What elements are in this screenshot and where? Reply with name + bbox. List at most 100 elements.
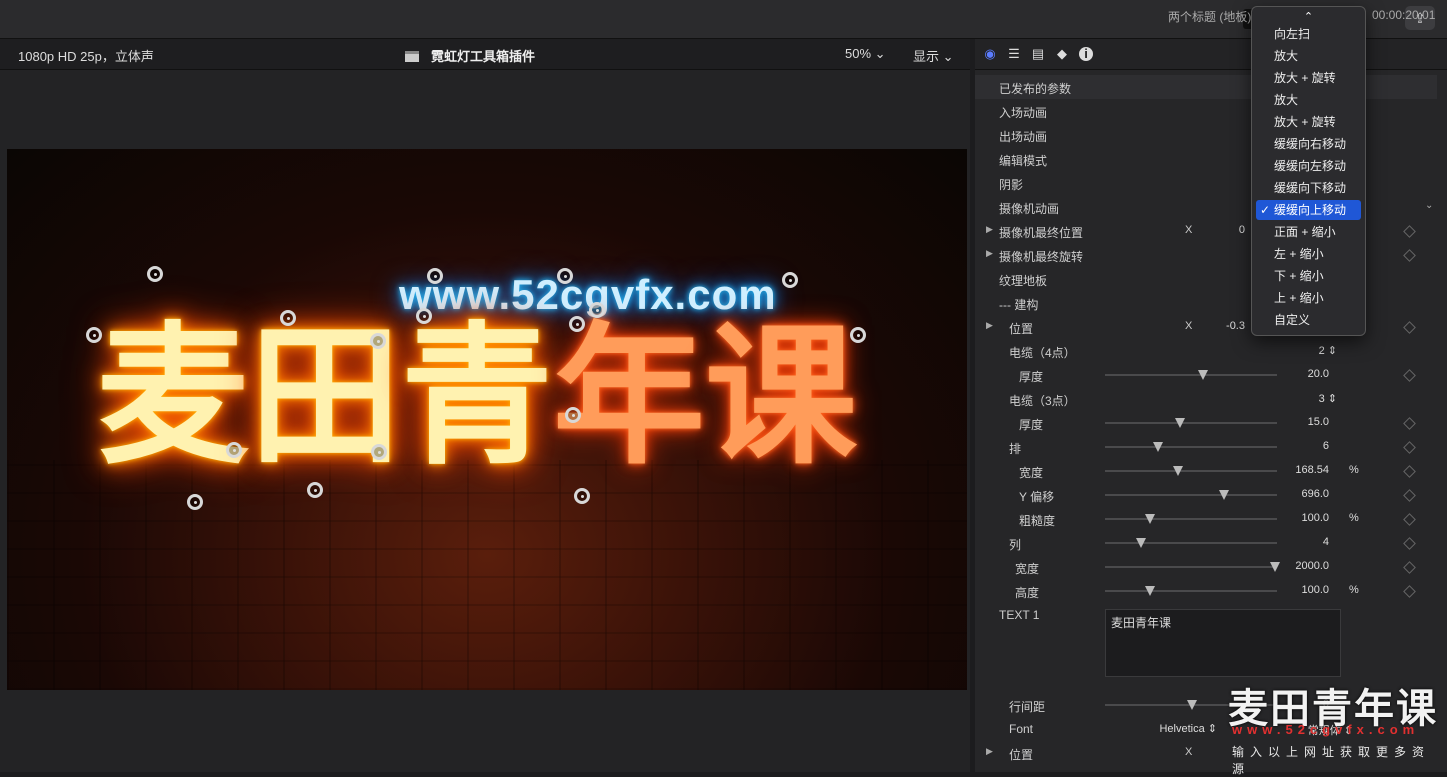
neon-char: 年 (553, 308, 705, 485)
onscreen-handle[interactable] (782, 272, 798, 288)
color-icon[interactable]: ◆ (1055, 47, 1069, 61)
cable3-stepper[interactable]: 3 ⇕ (1267, 392, 1337, 405)
height-slider[interactable] (1105, 586, 1277, 596)
onscreen-handle[interactable] (416, 308, 432, 324)
rows-slider[interactable] (1105, 442, 1277, 452)
project-title: 霓虹灯工具箱插件 (405, 46, 535, 65)
info-icon[interactable]: i (1079, 47, 1093, 61)
onscreen-handle[interactable] (371, 444, 387, 460)
columns-slider[interactable] (1105, 538, 1277, 548)
onscreen-handle[interactable] (427, 268, 443, 284)
disclosure-triangle-icon: ▶ (986, 746, 993, 756)
onscreen-handle[interactable] (187, 494, 203, 510)
brick-floor (7, 460, 967, 690)
keyframe-icon (1403, 369, 1416, 382)
camera-final-rot-row[interactable]: ▶ 摄像机最终旋转 (975, 243, 1437, 267)
height-row[interactable]: 高度 100.0 % (975, 579, 1437, 603)
build-row: --- 建构 (999, 298, 1039, 312)
watermark-url: www.52cgvfx.com (1232, 722, 1420, 737)
onscreen-handle[interactable] (589, 302, 605, 318)
onscreen-handle[interactable] (850, 327, 866, 343)
width2-row[interactable]: 宽度 2000.0 (975, 555, 1437, 579)
width1-row[interactable]: 宽度 168.54 % (975, 459, 1437, 483)
onscreen-handle[interactable] (565, 407, 581, 423)
keyframe-icon (1403, 225, 1416, 238)
camera-final-pos-row[interactable]: ▶ 摄像机最终位置 X 0 (975, 219, 1437, 243)
video-icon[interactable]: ▤ (1031, 47, 1045, 61)
shadow-row[interactable]: 阴影 (975, 171, 1437, 195)
menu-item[interactable]: 放大 + 旋转 (1256, 112, 1361, 132)
viewer-header: 1080p HD 25p，立体声 霓虹灯工具箱插件 50% ⌄ 显示 ⌄ (0, 39, 970, 70)
keyframe-icon (1403, 249, 1416, 262)
display-menu[interactable]: 显示 ⌄ (913, 46, 954, 65)
menu-item[interactable]: 放大 + 旋转 (1256, 68, 1361, 88)
font-family-select[interactable]: Helvetica ⇕ (1147, 722, 1217, 735)
keyframe-icon (1403, 417, 1416, 430)
onscreen-handle[interactable] (147, 266, 163, 282)
chevron-down-icon: ⌄ (942, 49, 954, 64)
camera-anim-popup-menu[interactable]: ⌃ 向左扫 放大 放大 + 旋转 放大 放大 + 旋转 缓缓向右移动 缓缓向左移… (1251, 6, 1366, 336)
menu-item[interactable]: 缓缓向右移动 (1256, 134, 1361, 154)
menu-item[interactable]: 正面 + 缩小 (1256, 222, 1361, 242)
chevron-down-icon[interactable]: ⌄ (1425, 200, 1433, 211)
chevron-down-icon: ⌄ (874, 46, 886, 61)
menu-item[interactable]: 上 + 缩小 (1256, 288, 1361, 308)
keyframe-icon (1403, 561, 1416, 574)
thickness1-slider[interactable] (1105, 370, 1277, 380)
roughness-row[interactable]: 粗糙度 100.0 % (975, 507, 1437, 531)
columns-row[interactable]: 列 4 (975, 531, 1437, 555)
menu-item-selected[interactable]: ✓ 缓缓向上移动 (1256, 200, 1361, 220)
menu-item[interactable]: 缓缓向下移动 (1256, 178, 1361, 198)
inspector-clip-title: 两个标题 (地板) (1168, 10, 1252, 24)
menu-item[interactable]: 自定义 (1256, 310, 1361, 330)
project-title-text: 霓虹灯工具箱插件 (431, 49, 536, 64)
inspector-header: ◉ ☰ ▤ ◆ i (975, 39, 1447, 70)
menu-item[interactable]: 左 + 缩小 (1256, 244, 1361, 264)
disclosure-triangle-icon: ▶ (986, 248, 993, 258)
zoom-menu[interactable]: 50% ⌄ (845, 46, 886, 62)
menu-item[interactable]: 放大 (1256, 46, 1361, 66)
menu-item[interactable]: 放大 (1256, 90, 1361, 110)
thickness1-row[interactable]: 厚度 20.0 (975, 363, 1437, 387)
scroll-up-chevron-icon[interactable]: ⌃ (1252, 10, 1365, 23)
onscreen-handle[interactable] (226, 442, 242, 458)
menu-item[interactable]: 向左扫 (1256, 24, 1361, 44)
onscreen-handle[interactable] (574, 488, 590, 504)
onscreen-handle[interactable] (370, 333, 386, 349)
video-canvas[interactable]: www.52cgvfx.com 麦田青年课 (7, 149, 967, 690)
width2-slider[interactable] (1105, 562, 1280, 572)
published-params-header: 已发布的参数 (975, 75, 1437, 99)
cable3-row[interactable]: 电缆（3点） 3 ⇕ (975, 387, 1437, 411)
onscreen-handle[interactable] (280, 310, 296, 326)
width1-slider[interactable] (1105, 466, 1277, 476)
keyframe-icon (1403, 585, 1416, 598)
menu-item[interactable]: 缓缓向左移动 (1256, 156, 1361, 176)
keyframe-icon (1403, 513, 1416, 526)
thickness2-slider[interactable] (1105, 418, 1277, 428)
onscreen-handle[interactable] (569, 316, 585, 332)
cable4-stepper[interactable]: 2 ⇕ (1267, 344, 1337, 357)
menu-item[interactable]: 下 + 缩小 (1256, 266, 1361, 286)
edit-mode-row[interactable]: 编辑模式 (975, 147, 1437, 171)
outro-anim-row[interactable]: 出场动画 (975, 123, 1437, 147)
neon-char: 课 (705, 308, 857, 485)
thickness2-row[interactable]: 厚度 15.0 (975, 411, 1437, 435)
texture-floor-row[interactable]: 纹理地板 (975, 267, 1437, 291)
y-offset-slider[interactable] (1105, 490, 1277, 500)
cable4-row[interactable]: 电缆（4点） 2 ⇕ (975, 339, 1437, 363)
keyframe-icon (1403, 465, 1416, 478)
position-row[interactable]: ▶ 位置 X -0.3 (975, 315, 1437, 339)
onscreen-handle[interactable] (557, 268, 573, 284)
text-icon[interactable]: ☰ (1007, 47, 1021, 61)
disclosure-triangle-icon: ▶ (986, 320, 993, 330)
roughness-slider[interactable] (1105, 514, 1277, 524)
disclosure-triangle-icon: ▶ (986, 224, 993, 234)
generator-icon[interactable]: ◉ (983, 47, 997, 61)
onscreen-handle[interactable] (307, 482, 323, 498)
intro-anim-row[interactable]: 入场动画 (975, 99, 1437, 123)
text1-field[interactable]: 麦田青年课 (1105, 609, 1341, 677)
rows-row[interactable]: 排 6 (975, 435, 1437, 459)
y-offset-row[interactable]: Y 偏移 696.0 (975, 483, 1437, 507)
onscreen-handle[interactable] (86, 327, 102, 343)
camera-anim-row[interactable]: 摄像机动画 (975, 195, 1437, 219)
